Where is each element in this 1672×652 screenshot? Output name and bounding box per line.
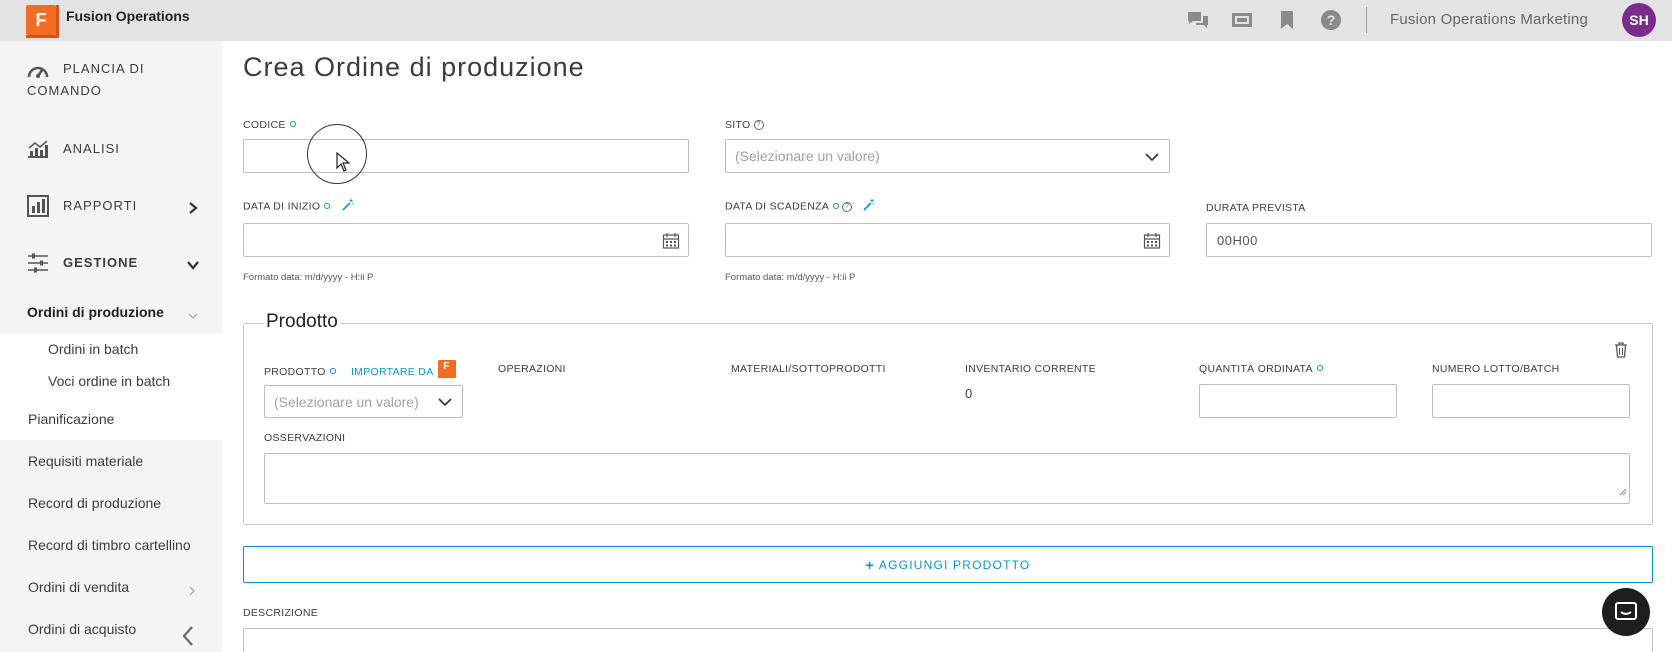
chevron-right-icon [187,584,197,602]
product-select[interactable]: (Selezionare un valore) [264,385,463,418]
magic-wand-icon[interactable] [863,199,875,214]
chevron-down-icon[interactable] [187,308,199,326]
resize-handle-icon[interactable] [1619,483,1627,501]
plus-icon: + [865,556,875,573]
org-name[interactable]: Fusion Operations Marketing [1390,11,1588,28]
inventory-label: INVENTARIO CORRENTE [965,363,1096,375]
required-indicator-icon [324,202,331,209]
add-product-button[interactable]: + AGGIUNGI PRODOTTO [243,546,1653,583]
product-placeholder: (Selezionare un valore) [274,394,419,410]
calendar-icon[interactable] [662,232,680,250]
quantity-label-text: QUANTITÀ ORDINATA [1199,363,1313,375]
dashboard-icon [26,59,50,83]
top-bar: F Fusion Operations ? Fusion Operations … [0,0,1672,41]
app-logo[interactable]: F [26,5,59,38]
notes-label: OSSERVAZIONI [264,432,346,444]
lot-number-label: NUMERO LOTTO/BATCH [1432,363,1560,375]
sito-label-text: SITO [725,119,751,131]
sidebar-item-production-records[interactable]: Record di produzione [28,495,161,511]
sidebar-item-label: RAPPORTI [63,198,138,213]
sidebar-item-dashboard[interactable]: PLANCIA DI COMANDO [0,59,222,99]
chevron-right-icon [186,201,200,215]
sito-placeholder: (Selezionare un valore) [735,148,880,164]
collapse-sidebar-icon[interactable] [180,624,196,648]
chevron-down-icon [1143,148,1161,166]
calendar-icon[interactable] [1143,232,1161,250]
description-label: DESCRIZIONE [243,607,319,619]
codice-label-text: CODICE [243,119,286,131]
sito-label: SITO? [725,119,764,131]
reports-icon [26,194,50,218]
bookmark-icon[interactable] [1275,9,1299,31]
avatar[interactable]: SH [1622,3,1656,37]
analytics-icon [26,137,50,161]
sidebar-item-planning[interactable]: Pianificazione [28,411,114,427]
chevron-down-icon [436,393,454,411]
description-textarea[interactable] [243,628,1653,652]
sidebar-item-label: COMANDO [27,83,102,98]
quantity-label: QUANTITÀ ORDINATA [1199,363,1323,375]
materials-label: MATERIALI/SOTTOPRODOTTI [731,363,886,375]
sidebar-item-sales-orders[interactable]: Ordini di vendita [28,579,129,595]
sidebar-item-material-requirements[interactable]: Requisiti materiale [28,453,143,469]
import-from-link[interactable]: IMPORTARE DA [351,366,434,378]
app-name[interactable]: Fusion Operations [66,8,190,24]
cursor-icon [336,151,351,177]
fusion-logo-icon[interactable]: F [437,360,456,378]
duration-label: DURATA PREVISTA [1206,202,1306,214]
sidebar-item-batch-order-lines[interactable]: Voci ordine in batch [48,373,170,389]
help-circle-icon[interactable]: ? [753,120,764,131]
sidebar-item-analytics[interactable]: ANALISI [0,137,222,163]
sidebar-item-label: PLANCIA DI [63,61,145,76]
quantity-input[interactable] [1199,384,1397,418]
add-product-label: AGGIUNGI PRODOTTO [878,557,1031,572]
film-icon[interactable] [1230,9,1254,31]
start-date-label-text: DATA DI INIZIO [243,200,321,213]
duration-input[interactable]: 00H00 [1206,223,1652,257]
chevron-down-icon [186,258,200,272]
help-circle-icon[interactable]: ? [842,201,853,212]
svg-text:?: ? [1327,12,1336,28]
sidebar-item-label: GESTIONE [63,255,139,270]
chat-support-button[interactable] [1602,588,1650,636]
due-date-label: DATA DI SCADENZA? [725,199,875,214]
chat-bubble-icon [1615,602,1637,620]
help-icon[interactable]: ? [1319,9,1343,31]
sidebar-item-time-records[interactable]: Record di timbro cartellino [28,537,191,553]
start-date-label: DATA DI INIZIO [243,199,354,214]
start-date-input[interactable] [243,223,689,257]
duration-value: 00H00 [1217,233,1258,248]
required-indicator-icon [833,202,840,209]
due-date-input[interactable] [725,223,1170,257]
required-indicator-icon [329,368,336,374]
sliders-icon [26,251,50,275]
codice-label: CODICE [243,119,296,131]
sidebar-item-label: ANALISI [63,141,120,156]
start-date-hint: Formato data: m/d/yyyy - H:ii P [243,272,374,283]
lot-number-input[interactable] [1432,384,1630,418]
product-legend: Prodotto [264,311,340,333]
sidebar-item-reports[interactable]: RAPPORTI [0,194,222,220]
sito-select[interactable]: (Selezionare un valore) [725,139,1170,173]
operations-label: OPERAZIONI [498,363,566,375]
chat-icon[interactable] [1186,9,1210,31]
product-label: PRODOTTO IMPORTARE DA F [264,360,456,381]
sidebar-item-purchase-orders[interactable]: Ordini di acquisto [28,621,136,637]
required-indicator-icon [289,121,296,128]
magic-wand-icon[interactable] [341,199,354,214]
due-date-label-text: DATA DI SCADENZA [725,200,830,213]
sidebar-item-management[interactable]: GESTIONE [0,251,222,277]
required-indicator-icon [1316,365,1323,372]
product-label-text: PRODOTTO [264,365,326,378]
sidebar-item-batch-orders[interactable]: Ordini in batch [48,341,138,357]
notes-textarea[interactable] [264,453,1630,504]
due-date-hint: Formato data: m/d/yyyy - H:ii P [725,272,856,283]
page-title: Crea Ordine di produzione [243,52,585,82]
topbar-separator [1366,7,1367,33]
inventory-value: 0 [965,386,973,401]
sidebar-item-production-orders[interactable]: Ordini di produzione [27,304,164,320]
trash-icon[interactable] [1614,342,1630,360]
sidebar: PLANCIA DI COMANDO ANALISI RAPPORTI GEST… [0,41,222,652]
